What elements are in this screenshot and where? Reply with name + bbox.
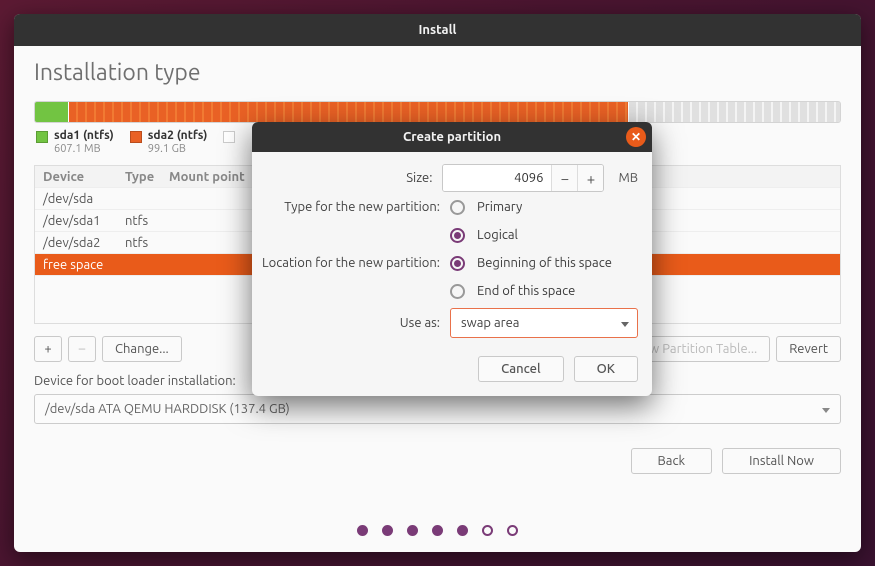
useas-select[interactable]: swap area: [450, 308, 638, 338]
chevron-down-icon: [621, 316, 629, 330]
boot-device-value: /dev/sda ATA QEMU HARDDISK (137.4 GB): [45, 402, 290, 416]
page-title: Installation type: [34, 60, 841, 85]
col-type: Type: [125, 170, 169, 184]
size-unit: MB: [618, 171, 638, 185]
back-button[interactable]: Back: [631, 448, 713, 474]
progress-dot: [382, 525, 393, 536]
radio-primary-label: Primary: [477, 200, 522, 214]
dialog-title: Create partition: [403, 130, 501, 144]
legend-size: 607.1 MB: [54, 143, 101, 155]
size-minus-button[interactable]: −: [551, 165, 577, 191]
swatch-icon: [223, 131, 235, 143]
change-partition-button[interactable]: Change...: [102, 336, 182, 362]
boot-device-select[interactable]: /dev/sda ATA QEMU HARDDISK (137.4 GB): [34, 394, 841, 424]
progress-dot: [407, 525, 418, 536]
location-label: Location for the new partition:: [260, 256, 450, 270]
legend-name: sda1 (ntfs): [54, 129, 114, 142]
create-partition-dialog: Create partition ✕ Size: − + MB Type for…: [252, 122, 652, 396]
progress-dot: [357, 525, 368, 536]
usage-seg-free: [629, 102, 840, 122]
radio-end-label: End of this space: [477, 284, 575, 298]
size-plus-button[interactable]: +: [577, 165, 603, 191]
useas-value: swap area: [461, 316, 519, 330]
add-partition-button[interactable]: +: [34, 336, 62, 362]
close-icon[interactable]: ✕: [626, 127, 646, 147]
col-device: Device: [43, 170, 125, 184]
useas-label: Use as:: [260, 316, 450, 330]
swatch-icon: [36, 131, 48, 143]
progress-dot: [507, 525, 518, 536]
usage-seg-sda2: [69, 102, 629, 122]
ok-button[interactable]: OK: [574, 356, 638, 382]
wizard-progress-dots: [14, 525, 861, 536]
window-title: Install: [419, 23, 457, 37]
legend-item: [223, 129, 235, 155]
size-input[interactable]: [443, 165, 551, 191]
legend-name: sda2 (ntfs): [148, 129, 208, 142]
radio-end[interactable]: [450, 284, 465, 299]
type-label: Type for the new partition:: [260, 200, 450, 214]
legend-item: sda1 (ntfs) 607.1 MB: [36, 129, 114, 155]
legend-item: sda2 (ntfs) 99.1 GB: [130, 129, 208, 155]
revert-button[interactable]: Revert: [776, 336, 841, 362]
cancel-button[interactable]: Cancel: [478, 356, 564, 382]
chevron-down-icon: [822, 402, 830, 416]
install-now-button[interactable]: Install Now: [722, 448, 841, 474]
dialog-actions: Cancel OK: [252, 352, 652, 396]
swatch-icon: [130, 131, 142, 143]
radio-primary[interactable]: [450, 200, 465, 215]
dialog-titlebar: Create partition ✕: [252, 122, 652, 152]
dialog-body: Size: − + MB Type for the new partition:…: [252, 152, 652, 352]
radio-begin-label: Beginning of this space: [477, 256, 612, 270]
size-label: Size:: [260, 171, 442, 185]
window-titlebar: Install: [14, 14, 861, 46]
radio-logical[interactable]: [450, 228, 465, 243]
usage-seg-sda1: [35, 102, 69, 122]
radio-logical-label: Logical: [477, 228, 518, 242]
progress-dot: [432, 525, 443, 536]
disk-usage-bar: [34, 101, 841, 123]
size-spinbox: − +: [442, 164, 604, 192]
progress-dot: [482, 525, 493, 536]
remove-partition-button[interactable]: –: [68, 336, 96, 362]
progress-dot: [457, 525, 468, 536]
wizard-nav: Back Install Now: [34, 448, 841, 474]
legend-size: 99.1 GB: [148, 143, 186, 155]
radio-begin[interactable]: [450, 256, 465, 271]
